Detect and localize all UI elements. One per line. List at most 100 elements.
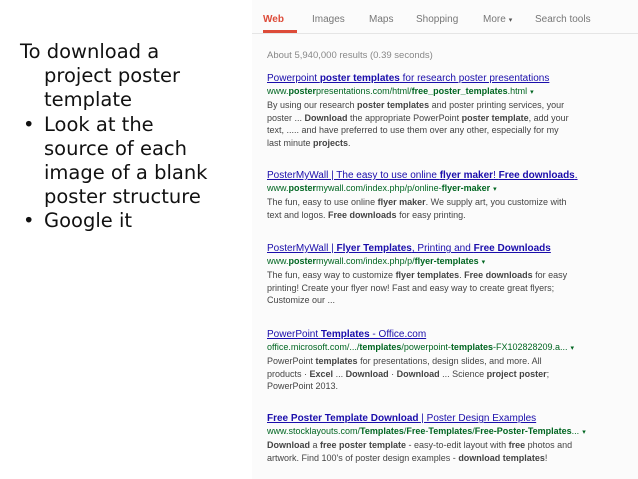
text-run: !	[544, 452, 548, 463]
chevron-down-icon[interactable]: ▾	[493, 186, 497, 193]
chevron-down-icon[interactable]: ▾	[482, 259, 486, 266]
text-run: poster	[288, 256, 317, 266]
snippet-line: Customize our ...	[267, 294, 635, 307]
text-run: poster templates	[319, 73, 400, 84]
tab-web[interactable]: Web	[263, 14, 284, 25]
snippet-line: PowerPoint 2013.	[267, 380, 635, 393]
text-run: /powerpoint-	[401, 342, 451, 352]
tab-more-label: More	[483, 14, 506, 25]
text-run: Flyer Templates	[336, 243, 412, 254]
text-run: artwork. Find 100's of poster design exa…	[267, 452, 459, 463]
bullet-line: source of each	[20, 137, 242, 161]
text-run: Templates	[428, 426, 473, 436]
text-run: flyer templates	[395, 270, 460, 280]
text-run: The fun, easy to use online	[267, 197, 378, 207]
bullet-text: Google it	[44, 209, 133, 233]
result-url: www.stocklayouts.com/Templates/Free-Temp…	[267, 425, 637, 439]
snippet-line: The fun, easy way to customize flyer tem…	[267, 269, 635, 282]
text-run: project poster	[486, 368, 547, 379]
bullet-text: poster structure	[44, 185, 201, 209]
result-snippet: Download a free poster template - easy-t…	[267, 439, 635, 464]
search-result: Free Poster Template Download | Poster D…	[267, 413, 637, 464]
chevron-down-icon: ▾	[508, 17, 513, 24]
chevron-down-icon[interactable]: ▾	[582, 429, 586, 436]
result-url: www.posterpresentations.com/html/free_po…	[267, 85, 637, 99]
result-url: www.postermywall.com/index.php/p/online-…	[267, 182, 637, 196]
snippet-line: PowerPoint templates for presentations, …	[267, 355, 635, 368]
result-title-link[interactable]: Powerpoint poster templates for research…	[267, 73, 637, 85]
text-run: for presentations, design slides, and mo…	[357, 356, 542, 366]
text-run: ;	[546, 368, 550, 379]
search-result: PosterMyWall | The easy to use online fl…	[267, 170, 637, 221]
search-result: Powerpoint poster templates for research…	[267, 73, 637, 149]
bullet-line: • Google it	[20, 209, 242, 233]
text-run: download templates	[458, 452, 545, 463]
text-run: Free downloads	[498, 170, 575, 181]
chevron-down-icon[interactable]: ▾	[571, 345, 575, 352]
text-run: free poster template	[320, 440, 407, 450]
search-result: PosterMyWall | Flyer Templates, Printing…	[267, 243, 637, 307]
text-run: poster ...	[267, 112, 305, 123]
text-run: for easy	[532, 270, 568, 280]
text-run: .html	[507, 86, 528, 96]
snippet-line: text, ..... and have preferred to use th…	[267, 124, 635, 137]
text-run: Free Poster Template Download	[267, 413, 419, 424]
text-run: flyer-maker	[441, 183, 491, 193]
tab-images[interactable]: Images	[312, 14, 345, 25]
snippet-line: last minute projects.	[267, 137, 635, 150]
text-run: | Poster Design Examples	[418, 413, 537, 424]
snippet-line: By using our research poster templates a…	[267, 99, 635, 112]
text-run: flyer maker	[377, 197, 426, 207]
bullet-dot-icon: •	[23, 209, 35, 233]
text-run: projects	[313, 137, 349, 148]
text-run: templates	[315, 356, 358, 366]
bullet-text: image of a blank	[44, 161, 208, 185]
text-run: the appropriate PowerPoint	[347, 112, 462, 123]
result-stats: About 5,940,000 results (0.39 seconds)	[267, 50, 433, 61]
text-run: flyer maker	[439, 170, 494, 181]
text-run: Templates	[320, 329, 370, 340]
tab-search-tools[interactable]: Search tools	[535, 14, 591, 25]
tab-shopping[interactable]: Shopping	[416, 14, 458, 25]
text-run: flyer-templates	[414, 256, 479, 266]
text-run: ...	[571, 426, 580, 436]
search-results-screenshot: Web Images Maps Shopping More ▾ Search to…	[252, 0, 638, 479]
text-run: Download	[267, 440, 310, 450]
text-run: Powerpoint	[267, 73, 320, 84]
text-run: , add your	[528, 112, 569, 123]
tab-more[interactable]: More ▾	[483, 14, 512, 25]
tab-maps[interactable]: Maps	[369, 14, 393, 25]
text-run: presentations.com/html/	[316, 86, 412, 96]
text-run: Download	[345, 368, 389, 379]
text-run: Free Downloads	[473, 243, 551, 254]
bullet-line: poster structure	[20, 185, 242, 209]
text-run: Templates	[360, 426, 404, 436]
text-run: templates	[359, 342, 402, 352]
text-run: Free downloads	[328, 209, 397, 220]
result-title-link[interactable]: PosterMyWall | Flyer Templates, Printing…	[267, 243, 637, 255]
text-run: products ·	[267, 368, 310, 379]
text-run: ·	[388, 368, 397, 379]
text-run: ...	[333, 368, 346, 379]
text-run: last minute	[267, 137, 314, 148]
text-run: ... Science	[439, 368, 487, 379]
search-tabs: Web Images Maps Shopping More ▾ Search to…	[252, 14, 638, 34]
text-run: Free-Poster-Templates	[474, 426, 572, 436]
text-run: The fun, easy way to customize	[267, 270, 396, 280]
text-run: www.	[267, 183, 289, 193]
result-url: www.postermywall.com/index.php/p/flyer-t…	[267, 255, 637, 269]
text-run: text, ..... and have preferred to use th…	[267, 125, 559, 135]
text-run: PowerPoint	[267, 356, 316, 366]
snippet-line: products · Excel ... Download · Download…	[267, 368, 635, 381]
result-title-link[interactable]: Free Poster Template Download | Poster D…	[267, 413, 637, 425]
text-run: www.	[267, 256, 289, 266]
result-title-link[interactable]: PosterMyWall | The easy to use online fl…	[267, 170, 637, 182]
bullet-text: source of each	[44, 136, 187, 160]
text-run: mywall.com/index.php/p/online-	[316, 183, 442, 193]
text-run: photos and	[525, 440, 573, 450]
slide-heading-line: template	[44, 88, 133, 112]
text-run: poster	[288, 86, 317, 96]
chevron-down-icon[interactable]: ▾	[530, 89, 534, 96]
text-run: for research poster presentations	[399, 73, 550, 84]
result-title-link[interactable]: PowerPoint Templates - Office.com	[267, 329, 637, 341]
